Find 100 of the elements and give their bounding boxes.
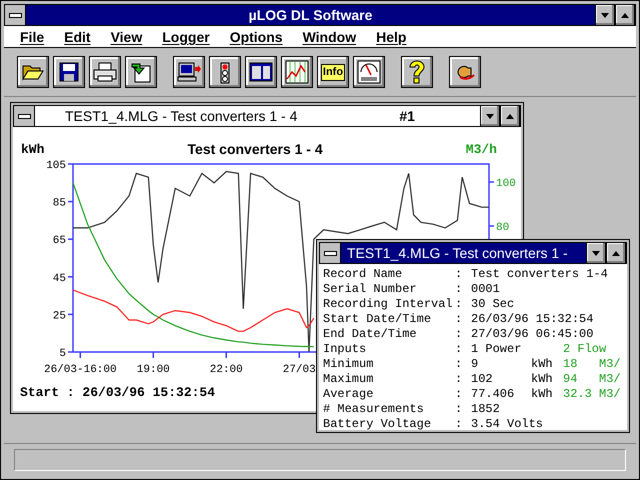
system-menu-button[interactable] bbox=[14, 106, 35, 126]
y-tick: 45 bbox=[52, 272, 73, 285]
field-value: 30 Sec bbox=[471, 296, 516, 310]
right-y-tick: 80 bbox=[489, 222, 510, 234]
separator-colon: : bbox=[455, 282, 464, 296]
menu-item[interactable]: Options bbox=[220, 28, 293, 44]
separator-colon: : bbox=[455, 386, 464, 400]
field-value: 18 bbox=[563, 356, 578, 370]
axis-unit: M3/h bbox=[466, 142, 497, 156]
field-value: 77.406 bbox=[471, 386, 516, 400]
info-icon: Info bbox=[320, 64, 346, 80]
maximize-button[interactable] bbox=[500, 106, 520, 126]
system-menu-button[interactable] bbox=[5, 5, 26, 25]
separator-colon: : bbox=[455, 342, 464, 356]
right-y-tick: 100 bbox=[489, 178, 516, 190]
toolbar-button[interactable] bbox=[353, 56, 385, 88]
window-number: #1 bbox=[399, 108, 415, 124]
field-label: Record Name bbox=[323, 266, 404, 280]
x-tick-label: 26/03-16:00 bbox=[44, 364, 117, 376]
toolbar-button[interactable] bbox=[89, 56, 121, 88]
y2-tick-label: 100 bbox=[496, 178, 516, 190]
unit-text: M3/ bbox=[599, 356, 622, 370]
window-panel-icon bbox=[249, 62, 273, 82]
window-title: µLOG DL Software bbox=[248, 6, 374, 25]
down-triangle-icon bbox=[601, 12, 609, 18]
y-tick: 85 bbox=[52, 198, 73, 210]
toolbar-button[interactable] bbox=[245, 56, 277, 88]
minimize-button[interactable] bbox=[595, 5, 615, 25]
field-label: # Measurements bbox=[323, 402, 425, 416]
field-value: 0001 bbox=[471, 282, 501, 296]
maximize-button[interactable] bbox=[615, 5, 635, 25]
toolbar-button[interactable] bbox=[125, 56, 157, 88]
menu-item[interactable]: View bbox=[100, 28, 152, 44]
toolbar-button[interactable] bbox=[173, 56, 205, 88]
y-tick-label: 5 bbox=[59, 348, 66, 360]
separator-colon: : bbox=[455, 326, 464, 340]
toolbar-button[interactable] bbox=[53, 56, 85, 88]
field-label: Minimum bbox=[323, 356, 374, 370]
up-triangle-icon bbox=[621, 12, 629, 18]
field-label: End Date/Time bbox=[323, 326, 418, 340]
y-tick-label: 45 bbox=[52, 272, 66, 285]
menu-item[interactable]: Logger bbox=[152, 28, 220, 44]
y2-tick-label: 80 bbox=[496, 222, 510, 234]
toolbar-button[interactable] bbox=[401, 56, 433, 88]
y-tick: 105 bbox=[46, 160, 73, 172]
unit-text: kWh bbox=[531, 372, 554, 386]
toolbar-button[interactable] bbox=[281, 56, 313, 88]
field-value: 27/03/96 06:45:00 bbox=[471, 326, 594, 340]
system-menu-button[interactable] bbox=[320, 243, 341, 263]
field-label: Recording Interval bbox=[323, 296, 454, 310]
separator-colon: : bbox=[455, 266, 464, 280]
question-mark-icon bbox=[407, 59, 427, 85]
menu-item[interactable]: File bbox=[10, 28, 54, 44]
gauge-icon bbox=[357, 60, 381, 84]
separator-colon: : bbox=[455, 416, 464, 430]
x-tick-label: 22:00 bbox=[210, 364, 243, 376]
separator-colon: : bbox=[455, 356, 464, 370]
field-value: 9 bbox=[471, 356, 480, 370]
x-tick: 22:00 bbox=[210, 352, 243, 376]
y-tick-label: 85 bbox=[52, 198, 66, 210]
separator-colon: : bbox=[455, 296, 464, 310]
unit-text: M3/ bbox=[599, 386, 622, 400]
field-value: 1 Power bbox=[471, 342, 522, 356]
down-triangle-icon bbox=[592, 250, 600, 256]
minimize-button[interactable] bbox=[480, 106, 500, 126]
menu-item[interactable]: Help bbox=[366, 28, 416, 44]
separator-colon: : bbox=[455, 372, 464, 386]
toolbar-button[interactable] bbox=[17, 56, 49, 88]
toolbar-button[interactable]: Info bbox=[317, 56, 349, 88]
field-value: 102 bbox=[471, 372, 494, 386]
field-label: Start Date/Time bbox=[323, 312, 432, 326]
x-tick-label: 19:00 bbox=[136, 364, 170, 376]
document-arrow-icon bbox=[130, 61, 152, 83]
unit-text: kWh bbox=[531, 386, 554, 400]
line-chart-icon bbox=[285, 60, 309, 84]
toolbar-button[interactable] bbox=[209, 56, 241, 88]
field-value: Test converters 1-4 bbox=[471, 266, 609, 280]
toolbar-button[interactable] bbox=[449, 56, 481, 88]
field-label: Battery Voltage bbox=[323, 416, 432, 430]
field-value: 32.3 bbox=[563, 386, 593, 400]
y-tick: 5 bbox=[59, 348, 73, 360]
start-time-text: Start : 26/03/96 15:32:54 bbox=[20, 385, 216, 400]
menu-item[interactable]: Edit bbox=[54, 28, 101, 44]
folder-icon bbox=[22, 63, 44, 81]
maximize-button[interactable] bbox=[606, 243, 626, 263]
field-value: 2 Flow bbox=[563, 342, 608, 356]
y-tick-label: 105 bbox=[46, 160, 66, 172]
minimize-button[interactable] bbox=[586, 243, 606, 263]
menu-item[interactable]: Window bbox=[292, 28, 366, 44]
x-tick-label: 27/03 bbox=[282, 364, 316, 376]
y-tick: 65 bbox=[52, 235, 73, 248]
field-label: Average bbox=[323, 386, 374, 400]
down-triangle-icon bbox=[486, 114, 494, 118]
unit-text: kWh bbox=[531, 356, 554, 370]
field-label: Inputs bbox=[323, 342, 368, 356]
separator-colon: : bbox=[455, 312, 464, 326]
field-label: Serial Number bbox=[323, 282, 418, 296]
y-tick: 25 bbox=[52, 310, 73, 322]
field-label: Maximum bbox=[323, 372, 374, 386]
x-tick: 27/03 bbox=[282, 352, 316, 376]
